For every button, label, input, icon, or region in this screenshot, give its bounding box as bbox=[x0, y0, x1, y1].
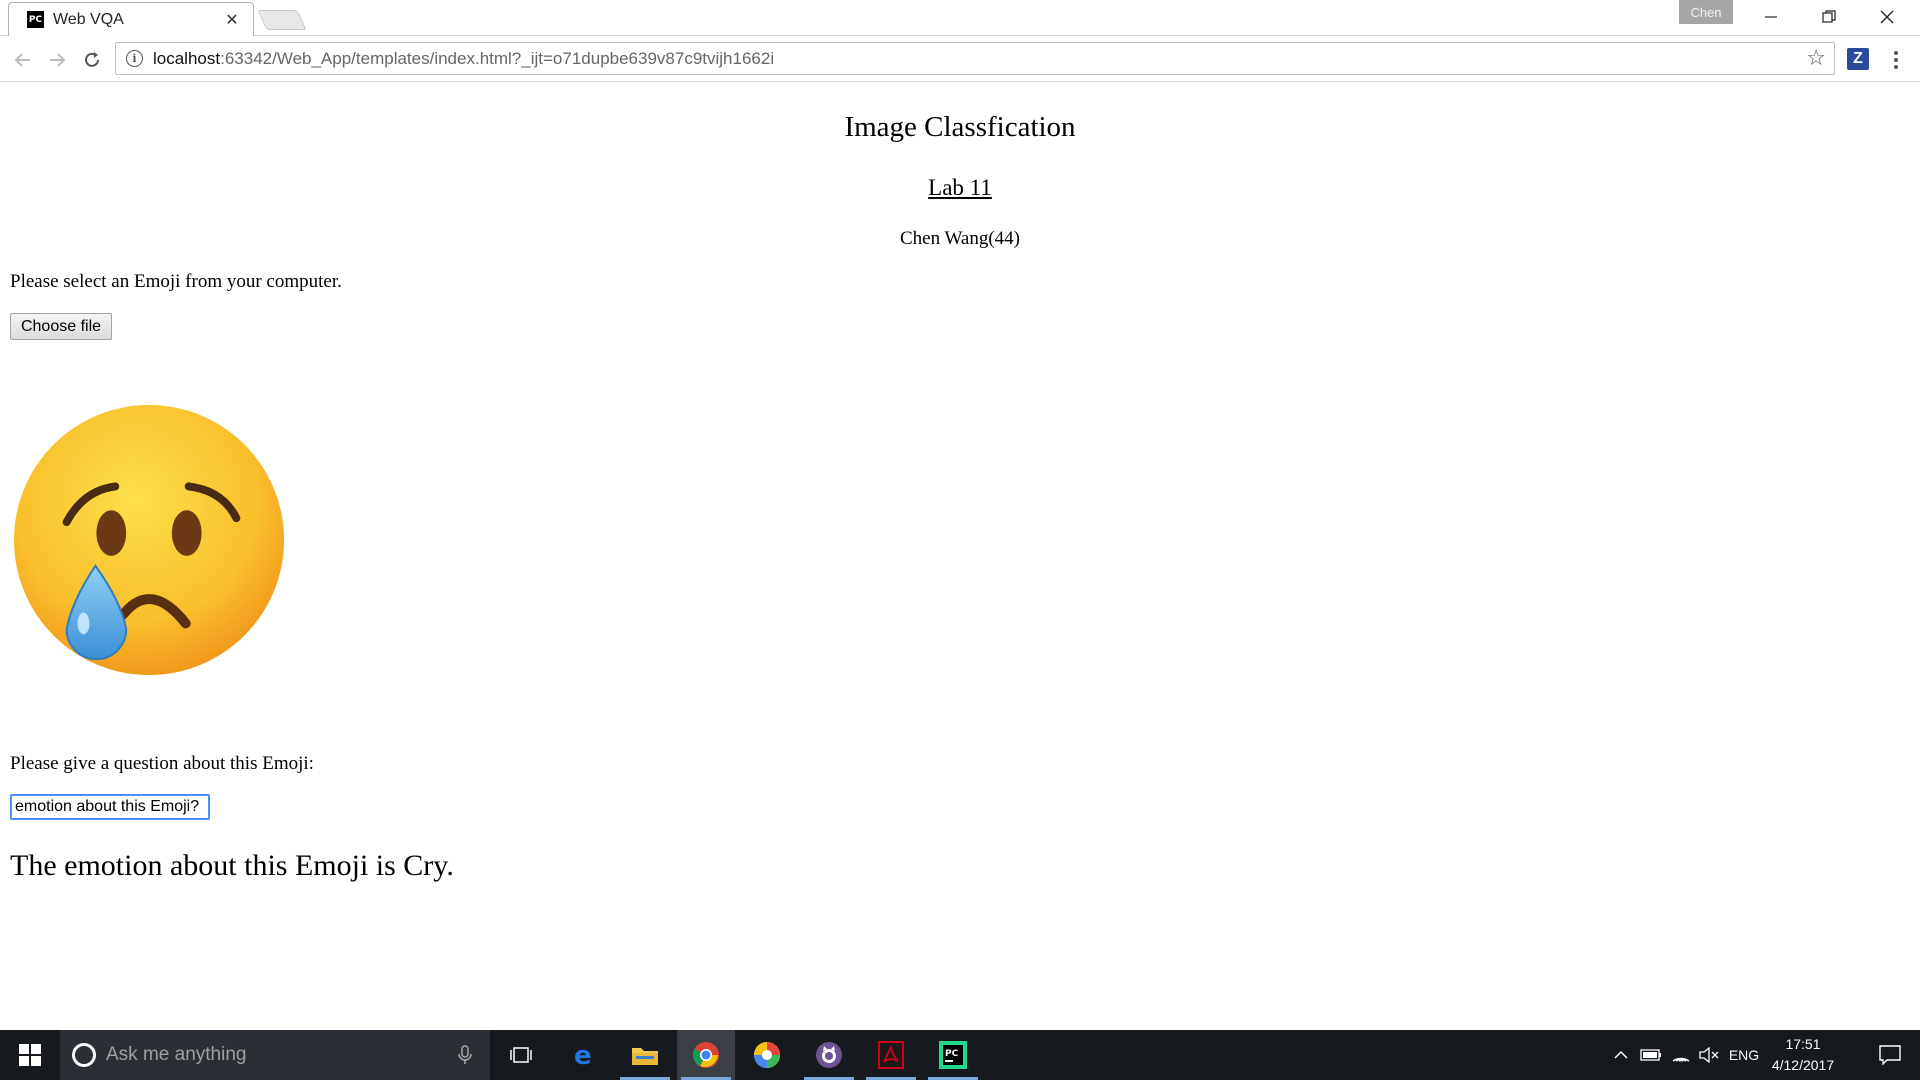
task-view-icon[interactable] bbox=[492, 1030, 550, 1080]
chrome-icon[interactable] bbox=[677, 1030, 735, 1080]
microphone-icon[interactable] bbox=[450, 1040, 480, 1070]
forward-arrow-icon[interactable] bbox=[44, 47, 70, 73]
system-clock[interactable]: 17:51 4/12/2017 bbox=[1762, 1034, 1844, 1076]
windows-start-icon[interactable] bbox=[0, 1030, 60, 1080]
windows-taskbar: Ask me anything e PC ENG 17:51 4/12/2017 bbox=[0, 1030, 1920, 1080]
browser-toolbar: i localhost:63342/Web_App/templates/inde… bbox=[0, 37, 1920, 82]
profile-badge[interactable]: Chen bbox=[1679, 0, 1733, 24]
back-arrow-icon[interactable] bbox=[10, 47, 36, 73]
url-text[interactable]: localhost:63342/Web_App/templates/index.… bbox=[153, 49, 774, 69]
browser-tab[interactable]: PC Web VQA ✕ bbox=[8, 2, 254, 36]
edge-icon[interactable]: e bbox=[555, 1030, 613, 1080]
clock-date: 4/12/2017 bbox=[1771, 1057, 1835, 1073]
tab-strip: PC Web VQA ✕ Chen bbox=[0, 0, 1920, 36]
pycharm-icon[interactable]: PC bbox=[924, 1030, 982, 1080]
page-title: Image Classfication bbox=[844, 111, 1076, 143]
extension-z-icon[interactable]: Z bbox=[1847, 48, 1869, 70]
cortana-search-box[interactable]: Ask me anything bbox=[60, 1030, 490, 1080]
crying-face-emoji-image bbox=[13, 404, 285, 676]
search-placeholder: Ask me anything bbox=[106, 1044, 247, 1065]
battery-icon[interactable] bbox=[1638, 1030, 1664, 1080]
close-window-icon[interactable] bbox=[1858, 0, 1916, 34]
github-icon[interactable] bbox=[800, 1030, 858, 1080]
language-indicator[interactable]: ENG bbox=[1726, 1030, 1762, 1080]
site-info-icon[interactable]: i bbox=[126, 50, 143, 67]
pycharm-favicon-icon: PC bbox=[27, 11, 44, 28]
action-center-icon[interactable] bbox=[1866, 1030, 1914, 1080]
svg-text:e: e bbox=[574, 1042, 592, 1068]
question-prompt: Please give a question about this Emoji: bbox=[10, 753, 314, 774]
svg-text:PC: PC bbox=[945, 1049, 959, 1059]
wifi-icon[interactable] bbox=[1668, 1030, 1694, 1080]
url-host: localhost bbox=[153, 48, 221, 68]
browser-menu-icon[interactable] bbox=[1888, 47, 1904, 73]
answer-text: The emotion about this Emoji is Cry. bbox=[10, 849, 454, 882]
cortana-icon bbox=[72, 1043, 96, 1067]
minimize-icon[interactable] bbox=[1742, 0, 1800, 34]
bookmark-star-icon[interactable]: ☆ bbox=[1806, 48, 1826, 70]
choose-file-button[interactable]: Choose file bbox=[10, 313, 112, 340]
tab-close-icon[interactable]: ✕ bbox=[223, 10, 241, 29]
acrobat-icon[interactable] bbox=[862, 1030, 920, 1080]
new-tab-button[interactable] bbox=[257, 10, 307, 30]
page-content: Image Classfication Lab 11 Chen Wang(44)… bbox=[0, 83, 1920, 1030]
restore-icon[interactable] bbox=[1800, 0, 1858, 34]
tray-chevron-icon[interactable] bbox=[1608, 1030, 1634, 1080]
tab-title: Web VQA bbox=[53, 10, 124, 28]
reload-icon[interactable] bbox=[79, 47, 105, 73]
lab-link[interactable]: Lab 11 bbox=[0, 175, 1920, 201]
question-input[interactable] bbox=[10, 794, 210, 820]
select-emoji-prompt: Please select an Emoji from your compute… bbox=[10, 271, 342, 292]
picasa-icon[interactable] bbox=[738, 1030, 796, 1080]
author-line: Chen Wang(44) bbox=[899, 228, 1020, 249]
address-bar[interactable]: i localhost:63342/Web_App/templates/inde… bbox=[115, 42, 1835, 75]
url-path: :63342/Web_App/templates/index.html?_ijt… bbox=[220, 48, 775, 68]
clock-time: 17:51 bbox=[1785, 1036, 1821, 1052]
volume-muted-icon[interactable] bbox=[1696, 1030, 1722, 1080]
file-explorer-icon[interactable] bbox=[616, 1030, 674, 1080]
